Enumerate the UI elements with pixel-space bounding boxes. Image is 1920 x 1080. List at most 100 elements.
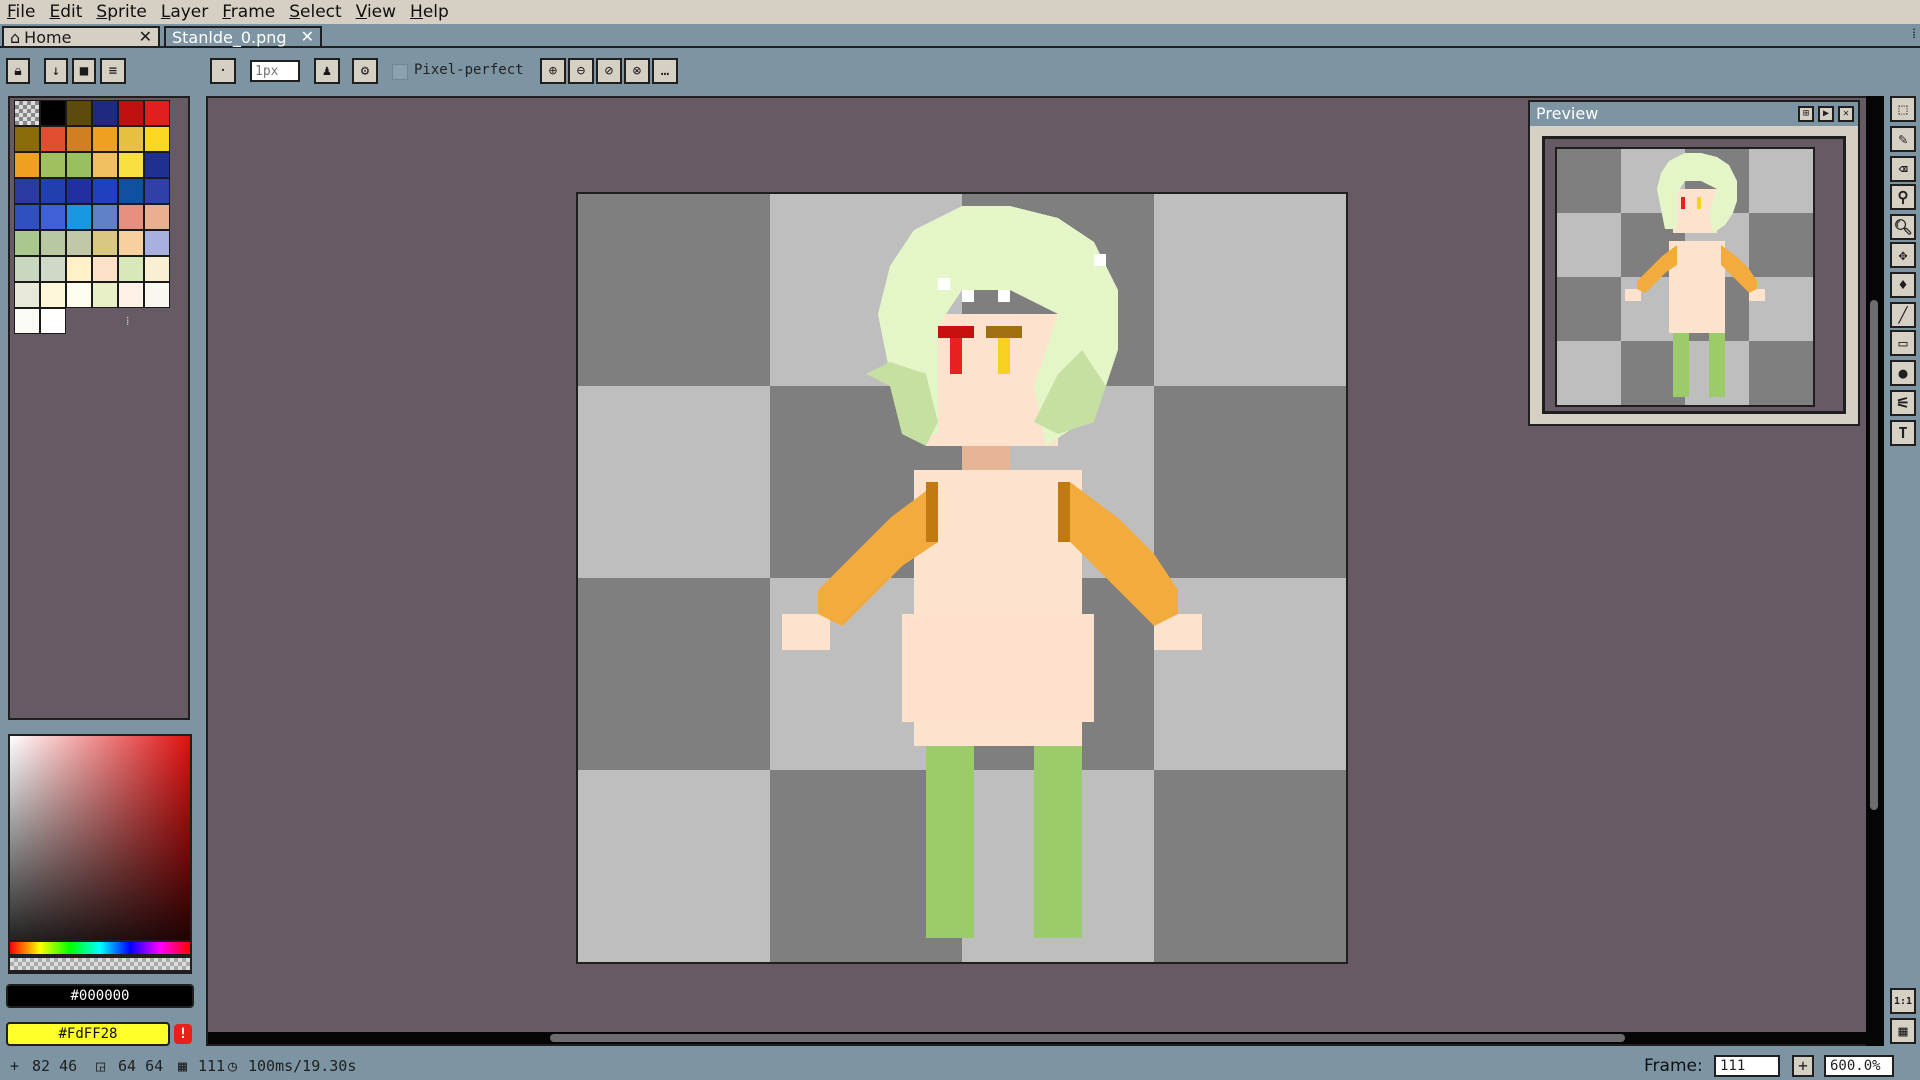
palette-swatch[interactable] [66, 282, 92, 308]
blur-tool-icon[interactable]: ⚟ [1890, 390, 1916, 416]
rectangle-tool-icon[interactable]: ▭ [1890, 330, 1916, 356]
foreground-color-button[interactable]: #000000 [6, 984, 194, 1008]
text-tool-icon[interactable]: T [1890, 420, 1916, 446]
palette-swatch[interactable] [66, 204, 92, 230]
symmetry-both-icon[interactable]: ⊗ [624, 58, 650, 84]
palette-swatch[interactable] [14, 204, 40, 230]
background-color-button[interactable]: #FdFF28 [6, 1022, 170, 1046]
symmetry-horizontal-icon[interactable]: ⊖ [568, 58, 594, 84]
sprite-canvas[interactable] [576, 192, 1348, 964]
palette-swatch[interactable] [118, 152, 144, 178]
menu-sprite[interactable]: Sprite [89, 2, 153, 22]
eyedropper-tool-icon[interactable]: ⚲ [1890, 184, 1916, 210]
palette-swatch[interactable] [118, 178, 144, 204]
palette-swatch[interactable] [40, 152, 66, 178]
palette-swatch[interactable] [118, 100, 144, 126]
palette-swatch[interactable] [118, 126, 144, 152]
one-to-one-button[interactable]: 1:1 [1890, 988, 1916, 1014]
menu-layer[interactable]: Layer [154, 2, 215, 22]
palette-swatch[interactable] [14, 230, 40, 256]
stop-icon[interactable]: ■ [72, 58, 96, 84]
palette-swatch[interactable] [66, 100, 92, 126]
arrow-down-icon[interactable]: ↓ [44, 58, 68, 84]
palette-swatch[interactable] [92, 204, 118, 230]
palette-swatch[interactable] [40, 100, 66, 126]
palette-swatch[interactable] [144, 230, 170, 256]
alpha-slider[interactable] [8, 956, 192, 972]
palette-swatch[interactable] [40, 256, 66, 282]
palette-swatch[interactable] [66, 152, 92, 178]
palette-resize-handle[interactable]: ⁞ [126, 314, 129, 329]
timeline-icon[interactable]: ▦ [1890, 1018, 1916, 1044]
menu-select[interactable]: Select [282, 2, 348, 22]
palette-swatch[interactable] [92, 230, 118, 256]
marquee-tool-icon[interactable]: ⬚ [1890, 96, 1916, 122]
zoom-in-button[interactable]: + [1792, 1055, 1814, 1077]
paint-bucket-tool-icon[interactable]: ♦ [1890, 272, 1916, 298]
palette-swatch[interactable] [40, 178, 66, 204]
hue-slider[interactable] [8, 940, 192, 956]
zoom-input[interactable]: 600.0% [1824, 1055, 1894, 1077]
palette-swatch-transparent[interactable] [14, 100, 40, 126]
preview-canvas[interactable] [1555, 147, 1815, 407]
palette-swatch[interactable] [66, 256, 92, 282]
menu-file[interactable]: File [0, 2, 42, 22]
pencil-tool-icon[interactable]: ✎ [1890, 126, 1916, 152]
menu-frame[interactable]: Frame [215, 2, 282, 22]
palette-swatch[interactable] [118, 256, 144, 282]
color-spectrum[interactable] [8, 734, 192, 974]
palette-swatch[interactable] [14, 256, 40, 282]
palette-swatch[interactable] [66, 178, 92, 204]
tab-menu-icon[interactable]: ⁞ [1912, 26, 1916, 43]
eraser-tool-icon[interactable]: ⌫ [1890, 156, 1916, 182]
palette-swatch[interactable] [40, 282, 66, 308]
palette-swatch[interactable] [14, 126, 40, 152]
palette-swatch[interactable] [118, 282, 144, 308]
palette-swatch[interactable] [92, 282, 118, 308]
palette-swatch[interactable] [144, 152, 170, 178]
list-icon[interactable]: ≡ [100, 58, 126, 84]
palette-swatch[interactable] [14, 152, 40, 178]
palette-swatch[interactable] [144, 204, 170, 230]
palette-swatch[interactable] [144, 100, 170, 126]
symmetry-icon[interactable]: ⊕ [540, 58, 566, 84]
ink-icon[interactable]: ♟ [314, 58, 340, 84]
palette-swatch[interactable] [144, 126, 170, 152]
zoom-tool-icon[interactable]: 🔍︎ [1890, 214, 1916, 240]
palette-swatch[interactable] [14, 308, 40, 334]
palette-swatch[interactable] [40, 204, 66, 230]
palette-swatch[interactable] [40, 230, 66, 256]
warning-icon[interactable]: ! [174, 1024, 192, 1044]
palette-swatch[interactable] [92, 152, 118, 178]
palette-swatch[interactable] [40, 308, 66, 334]
frame-input[interactable]: 111 [1714, 1055, 1780, 1077]
more-options-button[interactable]: … [652, 58, 678, 84]
horizontal-scrollbar-thumb[interactable] [550, 1034, 1625, 1042]
tab-sprite-file[interactable]: Stanlde_0.png ✕ [164, 26, 322, 47]
move-tool-icon[interactable]: ✥ [1890, 242, 1916, 268]
palette-swatch[interactable] [144, 178, 170, 204]
palette-swatch[interactable] [144, 256, 170, 282]
tab-home[interactable]: ⌂ Home ✕ [2, 26, 160, 47]
palette-swatch[interactable] [66, 230, 92, 256]
close-icon[interactable]: ✕ [1838, 106, 1854, 122]
vertical-scrollbar-thumb[interactable] [1870, 300, 1878, 810]
palette-swatch[interactable] [40, 126, 66, 152]
brush-size-input[interactable] [250, 60, 300, 82]
palette-swatch[interactable] [92, 100, 118, 126]
menu-edit[interactable]: Edit [42, 2, 89, 22]
palette-swatch[interactable] [14, 178, 40, 204]
lock-icon[interactable]: 🔒︎ [6, 58, 30, 84]
center-view-icon[interactable]: ⊞ [1798, 106, 1814, 122]
contour-tool-icon[interactable]: ● [1890, 360, 1916, 386]
symmetry-vertical-icon[interactable]: ⊘ [596, 58, 622, 84]
palette-swatch[interactable] [66, 126, 92, 152]
play-icon[interactable]: ▶ [1818, 106, 1834, 122]
palette-swatch[interactable] [92, 126, 118, 152]
palette-swatch[interactable] [144, 282, 170, 308]
palette-swatch[interactable] [14, 282, 40, 308]
preview-window[interactable]: Preview ⊞ ▶ ✕ [1528, 100, 1860, 426]
pixel-perfect-checkbox[interactable] [392, 64, 408, 80]
menu-help[interactable]: Help [403, 2, 456, 22]
line-tool-icon[interactable]: ╱ [1890, 302, 1916, 328]
